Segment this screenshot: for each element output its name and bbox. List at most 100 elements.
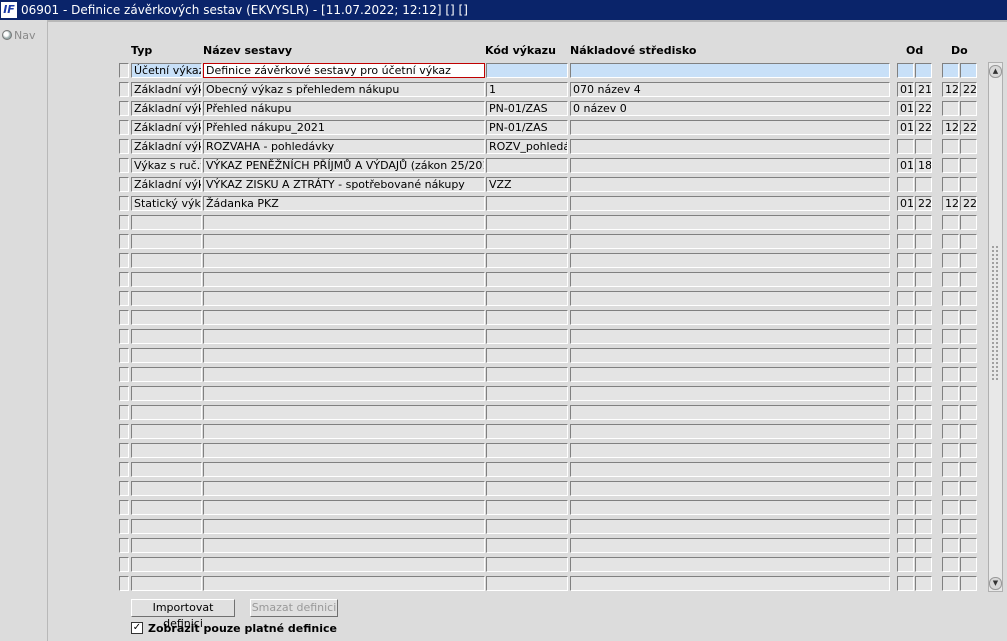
cell-od1[interactable] [897,139,914,154]
cell-do2[interactable] [960,139,977,154]
cell-od1[interactable] [897,253,914,268]
cell-nazev[interactable] [203,234,485,249]
cell-do1[interactable] [942,158,959,173]
cell-stredisko[interactable] [570,329,890,344]
row-selector[interactable] [119,424,129,439]
cell-od1[interactable] [897,291,914,306]
cell-nazev[interactable]: ROZVAHA - pohledávky [203,139,485,154]
cell-stredisko[interactable] [570,272,890,287]
cell-stredisko[interactable] [570,120,890,135]
cell-stredisko[interactable] [570,405,890,420]
cell-od2[interactable] [915,253,932,268]
cell-do1[interactable] [942,101,959,116]
cell-od1[interactable] [897,63,914,78]
cell-kod[interactable] [486,500,568,515]
row-selector[interactable] [119,310,129,325]
cell-od2[interactable] [915,424,932,439]
cell-nazev[interactable] [203,310,485,325]
cell-do1[interactable] [942,519,959,534]
cell-typ[interactable] [131,386,202,401]
cell-stredisko[interactable] [570,386,890,401]
cell-kod[interactable] [486,386,568,401]
cell-stredisko[interactable] [570,177,890,192]
cell-nazev[interactable] [203,481,485,496]
cell-od2[interactable] [915,443,932,458]
cell-do2[interactable] [960,348,977,363]
cell-do1[interactable] [942,177,959,192]
cell-stredisko[interactable] [570,481,890,496]
cell-kod[interactable] [486,367,568,382]
cell-kod[interactable]: ROZV_pohledávky [486,139,568,154]
row-selector[interactable] [119,329,129,344]
cell-do1[interactable] [942,63,959,78]
cell-nazev[interactable]: Přehled nákupu_2021 [203,120,485,135]
cell-od1[interactable] [897,576,914,591]
row-selector[interactable] [119,234,129,249]
scroll-grip[interactable] [991,245,1000,380]
row-selector[interactable] [119,253,129,268]
cell-typ[interactable]: Základní výkaz [131,82,202,97]
cell-od1[interactable] [897,348,914,363]
cell-stredisko[interactable] [570,348,890,363]
cell-od1[interactable] [897,177,914,192]
cell-od2[interactable] [915,405,932,420]
cell-nazev[interactable] [203,386,485,401]
row-selector[interactable] [119,158,129,173]
cell-do2[interactable] [960,481,977,496]
cell-do2[interactable] [960,215,977,230]
cell-od1[interactable]: 01 [897,158,914,173]
cell-od1[interactable] [897,481,914,496]
cell-typ[interactable]: Základní výkaz [131,177,202,192]
cell-od2[interactable] [915,386,932,401]
scroll-up-icon[interactable]: ▲ [989,65,1002,78]
cell-stredisko[interactable] [570,63,890,78]
cell-do1[interactable] [942,462,959,477]
cell-od1[interactable] [897,272,914,287]
cell-kod[interactable] [486,272,568,287]
cell-nazev[interactable]: Žádanka PKZ [203,196,485,211]
cell-od1[interactable] [897,538,914,553]
cell-od2[interactable] [915,63,932,78]
cell-od1[interactable] [897,405,914,420]
cell-typ[interactable] [131,481,202,496]
cell-do2[interactable] [960,158,977,173]
cell-do2[interactable] [960,329,977,344]
cell-do2[interactable]: 22 [960,82,977,97]
cell-kod[interactable] [486,424,568,439]
cell-do1[interactable] [942,424,959,439]
cell-kod[interactable] [486,481,568,496]
cell-typ[interactable] [131,576,202,591]
cell-kod[interactable] [486,234,568,249]
cell-od1[interactable] [897,367,914,382]
cell-od2[interactable] [915,576,932,591]
cell-stredisko[interactable] [570,500,890,515]
nav-button[interactable]: Nav [2,29,35,42]
cell-kod[interactable] [486,519,568,534]
cell-do1[interactable] [942,557,959,572]
cell-typ[interactable] [131,234,202,249]
cell-od2[interactable]: 22 [915,196,932,211]
cell-do1[interactable]: 12 [942,196,959,211]
row-selector[interactable] [119,63,129,78]
cell-od2[interactable] [915,215,932,230]
cell-do1[interactable]: 12 [942,82,959,97]
cell-od2[interactable] [915,500,932,515]
cell-nazev[interactable] [203,253,485,268]
cell-od2[interactable]: 22 [915,101,932,116]
cell-od2[interactable] [915,519,932,534]
cell-typ[interactable]: Výkaz s ruč.vstupem [131,158,202,173]
cell-kod[interactable] [486,253,568,268]
cell-do1[interactable] [942,576,959,591]
row-selector[interactable] [119,386,129,401]
cell-typ[interactable] [131,443,202,458]
scroll-down-icon[interactable]: ▼ [989,577,1002,590]
cell-nazev[interactable]: VÝKAZ ZISKU A ZTRÁTY - spotřebované náku… [203,177,485,192]
cell-od2[interactable] [915,177,932,192]
cell-stredisko[interactable] [570,538,890,553]
cell-nazev[interactable] [203,424,485,439]
cell-od2[interactable] [915,139,932,154]
cell-typ[interactable] [131,215,202,230]
cell-kod[interactable]: PN-01/ZAS [486,101,568,116]
cell-do2[interactable] [960,500,977,515]
cell-do2[interactable] [960,101,977,116]
